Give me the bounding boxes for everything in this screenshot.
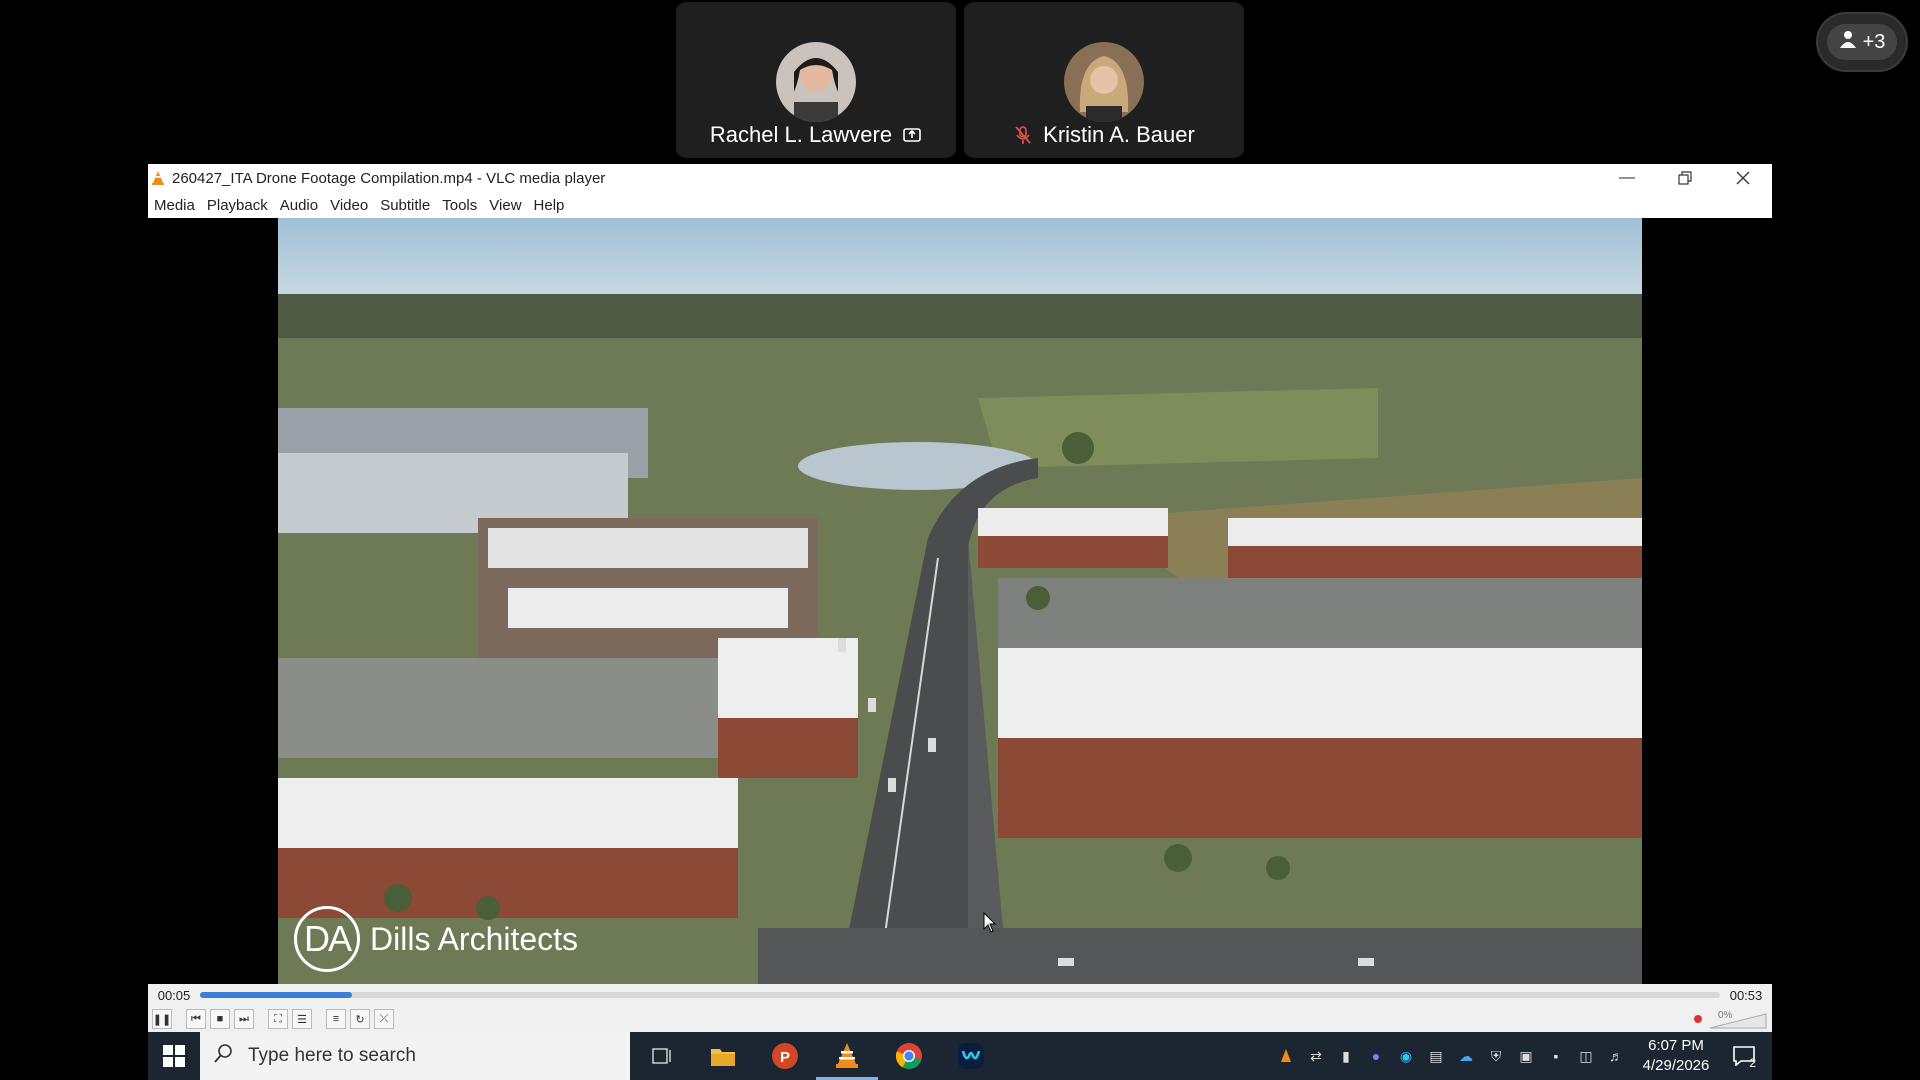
shuffle-button[interactable]: ⤫ xyxy=(374,1009,394,1029)
volume-slider[interactable]: 0% xyxy=(1694,1010,1768,1030)
svg-text:P: P xyxy=(780,1049,790,1066)
more-participants-count: +3 xyxy=(1862,30,1886,53)
menu-subtitle[interactable]: Subtitle xyxy=(374,197,436,214)
windows-logo-icon xyxy=(163,1045,185,1067)
taskbar-clock[interactable]: 6:07 PM 4/29/2026 xyxy=(1634,1036,1718,1076)
vlc-cone-icon xyxy=(836,1042,858,1068)
previous-button[interactable]: ⏮ xyxy=(186,1009,206,1029)
menu-tools[interactable]: Tools xyxy=(436,197,483,214)
participant-name: Rachel L. Lawvere xyxy=(709,122,893,147)
next-button[interactable]: ⏭ xyxy=(234,1009,254,1029)
network-arrows-icon[interactable]: ⇄ xyxy=(1304,1044,1328,1068)
notification-count: 2 xyxy=(1749,1056,1756,1070)
mouse-cursor-icon xyxy=(983,912,997,933)
dills-architects-watermark: DA Dills Architects xyxy=(294,906,578,972)
security-shield-icon[interactable]: ⛨ xyxy=(1484,1044,1508,1068)
screen-share-icon xyxy=(902,125,922,145)
participant-tile-rachel[interactable]: Rachel L. Lawvere xyxy=(676,2,956,158)
onedrive-icon[interactable]: ☁ xyxy=(1454,1044,1478,1068)
more-participants-button[interactable]: +3 xyxy=(1816,12,1908,72)
avatar xyxy=(776,42,856,122)
task-view-icon xyxy=(652,1048,671,1064)
printer-icon[interactable]: ▤ xyxy=(1424,1044,1448,1068)
powerpoint-icon: P xyxy=(772,1043,798,1069)
search-placeholder: Type here to search xyxy=(248,1045,416,1066)
clock-date: 4/29/2026 xyxy=(1642,1057,1710,1074)
playback-controls: ❚❚ ⏮ ■ ⏭ ⛶ ☰ ≡ ↻ ⤫ 0% xyxy=(148,1006,1772,1032)
taskbar-powerpoint[interactable]: P xyxy=(754,1032,816,1080)
teams-icon[interactable]: ● xyxy=(1364,1044,1388,1068)
network-icon[interactable]: ◫ xyxy=(1574,1044,1598,1068)
task-view-button[interactable] xyxy=(630,1032,692,1080)
seek-progress xyxy=(200,992,352,998)
title-bar[interactable]: 260427_ITA Drone Footage Compilation.mp4… xyxy=(148,164,1772,192)
menu-media[interactable]: Media xyxy=(148,197,201,214)
taskbar-vlc[interactable] xyxy=(816,1032,878,1080)
extended-settings-button[interactable]: ☰ xyxy=(292,1009,312,1029)
vlc-tray-icon[interactable] xyxy=(1274,1044,1298,1068)
menu-audio[interactable]: Audio xyxy=(274,197,324,214)
search-icon xyxy=(214,1043,234,1069)
usb-drive-icon[interactable]: ▮ xyxy=(1334,1044,1358,1068)
windows-taskbar: Type here to search P ⇄ ▮ ● ◉ ▤ ☁ ⛨ ▣ ▪ … xyxy=(148,1032,1772,1080)
battery-icon[interactable]: ▣ xyxy=(1514,1044,1538,1068)
taskbar-chrome[interactable] xyxy=(878,1032,940,1080)
seek-row: 00:05 00:53 xyxy=(148,984,1772,1006)
taskbar-file-explorer[interactable] xyxy=(692,1032,754,1080)
total-duration: 00:53 xyxy=(1729,987,1763,1003)
window-title: 260427_ITA Drone Footage Compilation.mp4… xyxy=(172,169,606,187)
vlc-cone-icon xyxy=(150,170,166,186)
menu-bar: Media Playback Audio Video Subtitle Tool… xyxy=(148,192,1772,218)
person-icon xyxy=(1839,30,1857,54)
clock-time: 6:07 PM xyxy=(1648,1037,1704,1054)
taskbar-search-box[interactable]: Type here to search xyxy=(200,1032,630,1080)
speaker-icon[interactable]: ♬ xyxy=(1604,1044,1628,1068)
screen: Rachel L. Lawvere Kristin A. Bauer +3 26… xyxy=(0,0,1920,1080)
microphone-icon[interactable]: ▪ xyxy=(1544,1044,1568,1068)
action-center-button[interactable]: 2 xyxy=(1724,1036,1764,1076)
loop-button[interactable]: ↻ xyxy=(350,1009,370,1029)
minimize-button[interactable]: — xyxy=(1598,164,1656,192)
chrome-icon xyxy=(895,1043,922,1070)
taskbar-webex[interactable] xyxy=(940,1032,1002,1080)
vlc-window: 260427_ITA Drone Footage Compilation.mp4… xyxy=(148,164,1772,1080)
start-button[interactable] xyxy=(148,1032,200,1080)
restore-button[interactable] xyxy=(1656,164,1714,192)
watermark-text: Dills Architects xyxy=(370,920,579,957)
fullscreen-button[interactable]: ⛶ xyxy=(268,1009,288,1029)
da-logo: DA xyxy=(294,906,360,972)
menu-video[interactable]: Video xyxy=(324,197,374,214)
participant-name: Kristin A. Bauer xyxy=(1043,122,1195,147)
menu-help[interactable]: Help xyxy=(528,197,571,214)
avatar xyxy=(1064,42,1144,122)
participant-tile-kristin[interactable]: Kristin A. Bauer xyxy=(964,2,1244,158)
video-area[interactable]: DA Dills Architects xyxy=(148,218,1772,984)
muted-mic-icon xyxy=(1013,125,1033,145)
video-frame[interactable]: DA Dills Architects xyxy=(278,218,1642,984)
webex-icon xyxy=(958,1043,984,1069)
menu-view[interactable]: View xyxy=(483,197,527,214)
close-button[interactable] xyxy=(1714,164,1772,192)
speaker-icon xyxy=(1694,1015,1702,1023)
aerial-drone-image xyxy=(278,218,1642,984)
system-tray: ⇄ ▮ ● ◉ ▤ ☁ ⛨ ▣ ▪ ◫ ♬ 6:07 PM 4/29/2026 … xyxy=(1274,1032,1772,1080)
webex-tray-icon[interactable]: ◉ xyxy=(1394,1044,1418,1068)
stop-button[interactable]: ■ xyxy=(210,1009,230,1029)
elapsed-time: 00:05 xyxy=(157,987,191,1003)
folder-icon xyxy=(711,1049,735,1066)
menu-playback[interactable]: Playback xyxy=(201,197,274,214)
pause-button[interactable]: ❚❚ xyxy=(152,1009,172,1029)
seek-bar[interactable] xyxy=(200,992,1720,998)
playlist-button[interactable]: ≡ xyxy=(326,1009,346,1029)
